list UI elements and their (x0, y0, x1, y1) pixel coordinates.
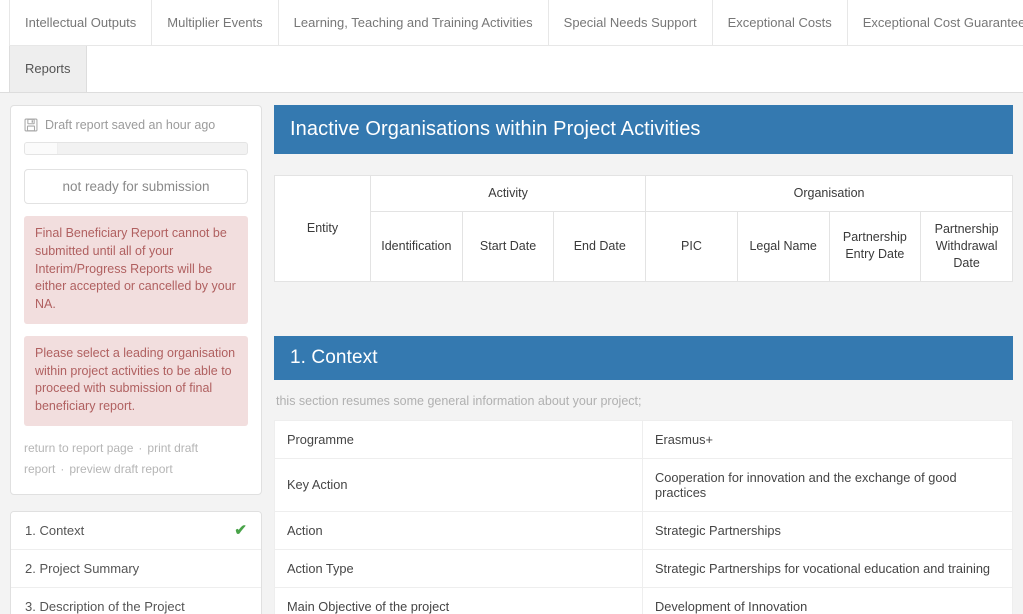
col-partnership-withdrawal-date: Partnership Withdrawal Date (920, 210, 1013, 282)
col-end-date: End Date (553, 210, 647, 282)
context-row-key: Action Type (274, 548, 643, 588)
tab-learning-teaching-and-training-activities[interactable]: Learning, Teaching and Training Activiti… (279, 0, 549, 45)
tab-row-spacer (87, 46, 1023, 92)
check-icon: ✔ (234, 521, 247, 539)
report-section-nav: 1. Context ✔ 2. Project Summary 3. Descript… (10, 510, 262, 614)
draft-saved-label: Draft report saved an hour ago (45, 118, 216, 132)
context-tbody: Programme Erasmus+ Key Action Cooperation f… (274, 419, 1013, 614)
submit-report-button[interactable]: not ready for submission (24, 169, 248, 204)
context-note: this section resumes some general inform… (276, 393, 642, 408)
link-separator-1: · (138, 440, 143, 455)
inactive-organisations-table: Entity Activity Organisation Identificat… (274, 175, 1013, 282)
tab-multiplier-events[interactable]: Multiplier Events (152, 0, 279, 45)
col-identification: Identification (370, 210, 463, 282)
context-row: Action Strategic Partnerships (274, 510, 1013, 550)
floppy-disk-icon (24, 118, 38, 132)
inactive-organisations-header: Inactive Organisations within Project Ac… (274, 105, 1013, 154)
col-pic: PIC (645, 210, 738, 282)
context-row: Programme Erasmus+ (274, 419, 1013, 459)
sidebar-item-label: 2. Project Summary (25, 560, 140, 576)
tab-intellectual-outputs[interactable]: Intellectual Outputs (9, 0, 153, 45)
col-entity: Entity (274, 175, 371, 282)
tab-row-secondary: Reports (9, 45, 1023, 92)
alert-final-report: Final Beneficiary Report cannot be submi… (24, 216, 248, 324)
context-row-value: Erasmus+ (642, 419, 1013, 459)
col-legal-name: Legal Name (736, 210, 830, 282)
link-preview-draft-report[interactable]: preview draft report (69, 462, 172, 476)
col-start-date: Start Date (461, 210, 555, 282)
link-separator-2: · (60, 461, 65, 476)
report-progress-bar (24, 142, 248, 155)
tab-bar: Intellectual Outputs Multiplier Events Lea… (0, 0, 1023, 93)
sidebar-item-label: 1. Context (25, 522, 85, 538)
col-group-organisation: Organisation (645, 175, 1013, 212)
alert-leading-organisation: Please select a leading organisation wit… (24, 335, 248, 426)
table-header-row-group: Entity Activity Organisation (274, 175, 1013, 282)
link-return-to-report-page[interactable]: return to report page (24, 441, 133, 455)
context-table: Programme Erasmus+ Key Action Cooperation f… (274, 419, 1013, 614)
report-status-panel: Draft report saved an hour ago not ready… (10, 105, 262, 495)
col-partnership-entry-date: Partnership Entry Date (828, 210, 922, 282)
tab-reports[interactable]: Reports (9, 46, 87, 92)
context-row-value: Cooperation for innovation and the excha… (642, 457, 1013, 512)
table-header-row-sub: Identification Start Date End Date PIC L… (275, 210, 1013, 282)
context-row-value: Development of Innovation (642, 586, 1013, 614)
sidebar-item-section-2[interactable]: 2. Project Summary (11, 549, 261, 588)
main-content: Inactive Organisations within Project Ac… (274, 105, 1018, 614)
sidebar-item-section-1[interactable]: 1. Context ✔ (11, 511, 261, 550)
tab-exceptional-cost-guarantee[interactable]: Exceptional Cost Guarantee (848, 0, 1023, 45)
context-row-key: Key Action (274, 457, 643, 512)
context-row: Action Type Strategic Partnerships for vo… (274, 548, 1013, 588)
context-section: 1. Context this section resumes some gen… (274, 335, 1013, 614)
report-progress-fill (25, 143, 59, 154)
inactive-organisations-thead: Entity Activity Organisation Identificat… (274, 175, 1013, 282)
context-row-key: Action (274, 510, 643, 550)
tab-row-primary: Intellectual Outputs Multiplier Events Lea… (9, 0, 1023, 45)
tab-special-needs-support[interactable]: Special Needs Support (549, 0, 713, 45)
sidebar-item-label: 3. Description of the Project (25, 598, 185, 614)
tab-exceptional-costs[interactable]: Exceptional Costs (713, 0, 848, 45)
sidebar-item-section-3[interactable]: 3. Description of the Project (11, 587, 261, 614)
draft-saved-status: Draft report saved an hour ago (24, 118, 248, 132)
context-row-value: Strategic Partnerships (642, 510, 1013, 550)
sidebar: Draft report saved an hour ago not ready… (10, 105, 262, 614)
col-group-activity: Activity (369, 175, 647, 212)
report-action-links: return to report page · print draft report… (24, 438, 248, 480)
context-header: 1. Context (274, 335, 1013, 380)
context-row: Key Action Cooperation for innovation and… (274, 457, 1013, 512)
context-row: Main Objective of the project Development… (274, 586, 1013, 614)
context-row-key: Main Objective of the project (274, 586, 643, 614)
page-body: Draft report saved an hour ago not ready… (0, 93, 1023, 614)
context-row-key: Programme (274, 419, 643, 459)
context-row-value: Strategic Partnerships for vocational ed… (642, 548, 1013, 588)
